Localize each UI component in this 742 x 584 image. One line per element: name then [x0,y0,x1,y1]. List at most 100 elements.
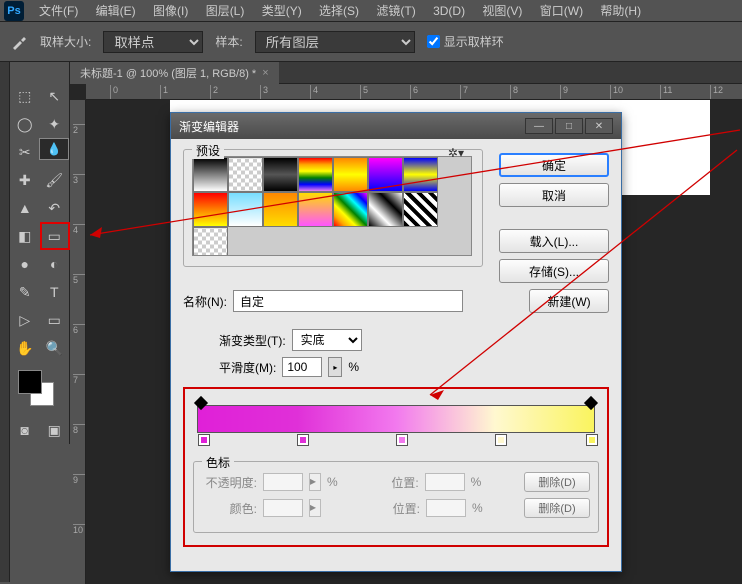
tool-dodge[interactable]: ◐ [40,250,70,278]
tool-marquee[interactable]: ⬚ [10,82,40,110]
tool-eyedropper[interactable]: 💧 [39,138,69,160]
document-tab[interactable]: 未标题-1 @ 100% (图层 1, RGB/8) * × [70,62,279,84]
tool-wand[interactable]: ✦ [40,110,70,138]
preset-swatch[interactable] [193,157,228,192]
color-swatch-input[interactable] [263,499,303,517]
menu-view[interactable]: 视图(V) [475,0,529,21]
menu-3d[interactable]: 3D(D) [426,2,472,20]
tool-shape[interactable]: ▭ [40,306,70,334]
preset-swatch[interactable] [193,227,228,256]
tool-pen[interactable]: ✎ [10,278,40,306]
color-swatches[interactable] [18,370,58,406]
show-ring-checkbox[interactable] [427,35,440,48]
menu-help[interactable]: 帮助(H) [593,0,648,21]
menu-type[interactable]: 类型(Y) [255,0,309,21]
ok-button[interactable]: 确定 [499,153,609,177]
preset-swatch[interactable] [403,157,438,192]
menu-image[interactable]: 图像(I) [146,0,195,21]
tool-brush[interactable]: 🖌 [40,166,70,194]
tool-text[interactable]: T [40,278,70,306]
preset-swatch[interactable] [263,157,298,192]
pos-label: 位置: [365,500,420,517]
preset-swatch[interactable] [368,157,403,192]
smooth-input[interactable] [282,357,322,377]
menu-filter[interactable]: 滤镜(T) [369,0,422,21]
smooth-label: 平滑度(M): [219,359,276,376]
preset-swatch[interactable] [368,192,403,227]
tool-hand[interactable]: ✋ [10,334,40,362]
smooth-spinner[interactable]: ▸ [328,357,342,377]
menu-layer[interactable]: 图层(L) [199,0,252,21]
color-stop[interactable] [297,434,309,446]
color-stop[interactable] [586,434,598,446]
preset-list[interactable] [192,156,472,256]
delete-color-button[interactable]: 删除(D) [524,498,590,518]
tool-stamp[interactable]: ▲ [10,194,40,222]
type-select[interactable]: 实底 [292,329,362,351]
tool-quickmask[interactable]: ◙ [10,416,40,444]
pct-label: % [472,501,483,515]
sample-select[interactable]: 所有图层 [255,31,415,53]
preset-swatch[interactable] [228,157,263,192]
gradient-editor-dialog: 渐变编辑器 — □ ✕ 预设 ✲▾ [170,112,622,572]
color-spinner[interactable]: ▸ [309,499,321,517]
preset-swatch[interactable] [193,192,228,227]
preset-label: 预设 [192,142,224,159]
tool-move[interactable]: ↖ [40,82,70,110]
opacity-stop[interactable] [194,396,208,410]
ruler-horizontal: 0123456789101112 [86,84,742,100]
color-stop[interactable] [396,434,408,446]
tool-crop[interactable]: ✂ [10,138,39,166]
cancel-button[interactable]: 取消 [499,183,609,207]
load-button[interactable]: 载入(L)... [499,229,609,253]
menubar: Ps 文件(F) 编辑(E) 图像(I) 图层(L) 类型(Y) 选择(S) 滤… [0,0,742,22]
preset-swatch[interactable] [403,192,438,227]
close-icon[interactable]: × [262,67,268,79]
menu-file[interactable]: 文件(F) [32,0,85,21]
type-label: 渐变类型(T): [219,332,286,349]
opacity-spinner[interactable]: ▸ [309,473,321,491]
tool-history[interactable]: ↶ [40,194,70,222]
sample-label: 样本: [215,33,242,50]
tool-zoom[interactable]: 🔍 [40,334,70,362]
color-stop[interactable] [198,434,210,446]
tool-path[interactable]: ▷ [10,306,40,334]
menu-window[interactable]: 窗口(W) [533,0,590,21]
tool-lasso[interactable]: ◯ [10,110,40,138]
tool-eraser[interactable]: ◧ [10,222,40,250]
show-ring-label: 显示取样环 [444,33,504,50]
name-input[interactable] [233,290,463,312]
opacity-input[interactable] [263,473,303,491]
new-button[interactable]: 新建(W) [529,289,609,313]
preset-swatch[interactable] [228,192,263,227]
color-stop[interactable] [495,434,507,446]
tool-screen[interactable]: ▣ [40,416,70,444]
delete-opacity-button[interactable]: 删除(D) [524,472,590,492]
tool-gradient[interactable]: ▭ [40,222,70,250]
gear-icon[interactable]: ✲▾ [448,146,464,160]
preset-swatch[interactable] [298,192,333,227]
pos-input[interactable] [426,499,466,517]
opacity-stop[interactable] [584,396,598,410]
dialog-titlebar[interactable]: 渐变编辑器 — □ ✕ [171,113,621,139]
dialog-title: 渐变编辑器 [179,118,239,135]
tool-heal[interactable]: ✚ [10,166,40,194]
menu-select[interactable]: 选择(S) [312,0,366,21]
preset-swatch[interactable] [333,192,368,227]
menu-edit[interactable]: 编辑(E) [89,0,143,21]
show-ring-check[interactable]: 显示取样环 [427,33,504,50]
save-button[interactable]: 存储(S)... [499,259,609,283]
preset-swatch[interactable] [333,157,368,192]
gradient-bar[interactable] [197,405,595,433]
preset-swatch[interactable] [263,192,298,227]
tool-blur[interactable]: ● [10,250,40,278]
fg-color[interactable] [18,370,42,394]
close-button[interactable]: ✕ [585,118,613,134]
preset-group: 预设 ✲▾ [183,149,483,267]
pos-input[interactable] [425,473,465,491]
preset-swatch[interactable] [298,157,333,192]
maximize-button[interactable]: □ [555,118,583,134]
sample-size-select[interactable]: 取样点 [103,31,203,53]
minimize-button[interactable]: — [525,118,553,134]
menu-list: 文件(F) 编辑(E) 图像(I) 图层(L) 类型(Y) 选择(S) 滤镜(T… [32,0,648,21]
